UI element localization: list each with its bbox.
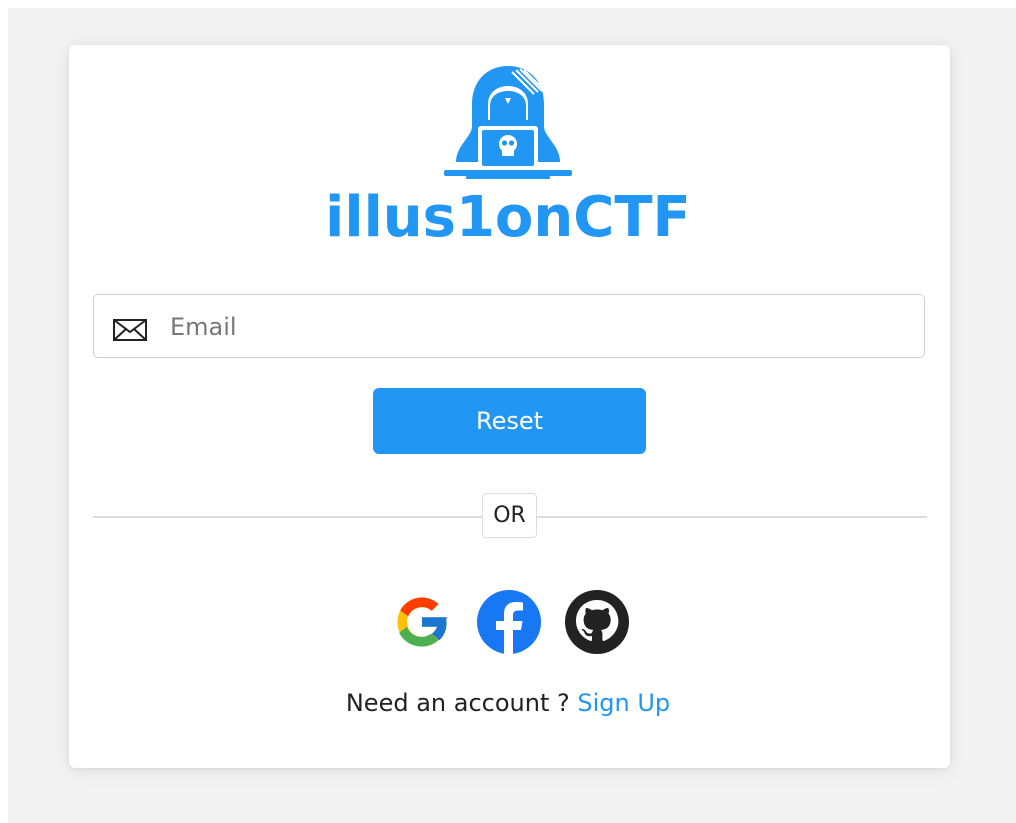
envelope-icon [113, 319, 147, 341]
signup-prompt: Need an account ? Sign Up [0, 684, 1016, 722]
email-field[interactable] [168, 305, 912, 349]
hacker-with-laptop-icon [444, 66, 572, 179]
facebook-icon[interactable] [477, 590, 541, 654]
reset-button[interactable]: Reset [373, 388, 646, 454]
or-separator: OR [482, 493, 537, 538]
brand-title: illus1onCTF [325, 185, 691, 250]
signup-link[interactable]: Sign Up [577, 689, 670, 717]
email-field-wrapper [93, 294, 925, 358]
signup-prompt-text: Need an account ? [345, 689, 570, 717]
github-icon[interactable] [565, 590, 629, 654]
google-icon[interactable] [390, 590, 454, 654]
